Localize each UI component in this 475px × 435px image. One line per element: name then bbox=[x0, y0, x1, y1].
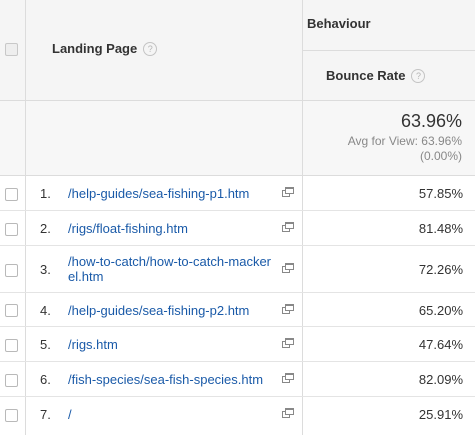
table-row: 7. / 25.91% bbox=[0, 397, 475, 435]
landing-page-link[interactable]: / bbox=[68, 407, 278, 422]
header-select-column bbox=[0, 0, 26, 100]
bounce-rate-value: 72.26% bbox=[418, 262, 463, 277]
row-index: 5. bbox=[40, 337, 51, 352]
landing-page-link[interactable]: /help-guides/sea-fishing-p2.htm bbox=[68, 303, 278, 318]
landing-page-link[interactable]: /rigs/float-fishing.htm bbox=[68, 221, 278, 236]
row-checkbox[interactable] bbox=[5, 409, 18, 422]
table-row: 3. /how-to-catch/how-to-catch-mackerel.h… bbox=[0, 246, 475, 293]
row-index: 2. bbox=[40, 221, 51, 236]
help-icon[interactable]: ? bbox=[411, 69, 426, 83]
table-row: 5. /rigs.htm 47.64% bbox=[0, 327, 475, 362]
row-checkbox[interactable] bbox=[5, 304, 18, 317]
behaviour-label: Behaviour bbox=[307, 16, 371, 31]
row-index: 3. bbox=[40, 262, 51, 277]
table-row: 2. /rigs/float-fishing.htm 81.48% bbox=[0, 211, 475, 246]
row-checkbox[interactable] bbox=[5, 223, 18, 236]
table-row: 6. /fish-species/sea-fish-species.htm 82… bbox=[0, 362, 475, 397]
bounce-rate-average: Avg for View: 63.96% (0.00%) bbox=[348, 134, 462, 164]
landing-page-header[interactable]: Landing Page? bbox=[26, 0, 303, 100]
bounce-rate-value: 65.20% bbox=[418, 303, 463, 318]
bounce-rate-value: 82.09% bbox=[418, 372, 463, 387]
open-in-new-window-icon[interactable] bbox=[282, 408, 294, 418]
row-checkbox[interactable] bbox=[5, 374, 18, 387]
landing-page-header-label: Landing Page bbox=[52, 41, 138, 56]
table-row: 1. /help-guides/sea-fishing-p1.htm 57.85… bbox=[0, 176, 475, 211]
select-all-checkbox[interactable] bbox=[5, 43, 18, 56]
open-in-new-window-icon[interactable] bbox=[282, 263, 294, 273]
table-header: Landing Page? Behaviour Bounce Rate? bbox=[0, 0, 475, 100]
bounce-rate-total: 63.96% bbox=[400, 111, 462, 131]
table-row: 4. /help-guides/sea-fishing-p2.htm 65.20… bbox=[0, 293, 475, 327]
summary-row: 63.96% Avg for View: 63.96% (0.00%) bbox=[0, 101, 475, 175]
open-in-new-window-icon[interactable] bbox=[282, 373, 294, 383]
bounce-rate-value: 47.64% bbox=[418, 337, 463, 352]
behaviour-group-header: Behaviour bbox=[303, 0, 475, 51]
landing-page-link[interactable]: /fish-species/sea-fish-species.htm bbox=[68, 372, 283, 387]
row-checkbox[interactable] bbox=[5, 264, 18, 277]
row-index: 1. bbox=[40, 186, 51, 201]
bounce-rate-value: 25.91% bbox=[418, 407, 463, 422]
open-in-new-window-icon[interactable] bbox=[282, 338, 294, 348]
report-table: Landing Page? Behaviour Bounce Rate? 63.… bbox=[0, 0, 475, 435]
open-in-new-window-icon[interactable] bbox=[282, 304, 294, 314]
avg-for-view: Avg for View: 63.96% bbox=[347, 134, 462, 148]
row-index: 6. bbox=[40, 372, 51, 387]
row-checkbox[interactable] bbox=[5, 339, 18, 352]
avg-delta: (0.00%) bbox=[419, 149, 462, 163]
landing-page-link[interactable]: /help-guides/sea-fishing-p1.htm bbox=[68, 186, 278, 201]
row-index: 4. bbox=[40, 303, 51, 318]
bounce-rate-header-label: Bounce Rate bbox=[326, 68, 406, 83]
open-in-new-window-icon[interactable] bbox=[282, 187, 294, 197]
landing-page-link[interactable]: /how-to-catch/how-to-catch-mackerel.htm bbox=[68, 254, 278, 284]
help-icon[interactable]: ? bbox=[143, 42, 158, 56]
row-checkbox[interactable] bbox=[5, 188, 18, 201]
bounce-rate-value: 81.48% bbox=[418, 221, 463, 236]
open-in-new-window-icon[interactable] bbox=[282, 222, 294, 232]
bounce-rate-value: 57.85% bbox=[418, 186, 463, 201]
landing-page-link[interactable]: /rigs.htm bbox=[68, 337, 278, 352]
row-index: 7. bbox=[40, 407, 51, 422]
bounce-rate-header[interactable]: Bounce Rate? bbox=[303, 51, 475, 100]
